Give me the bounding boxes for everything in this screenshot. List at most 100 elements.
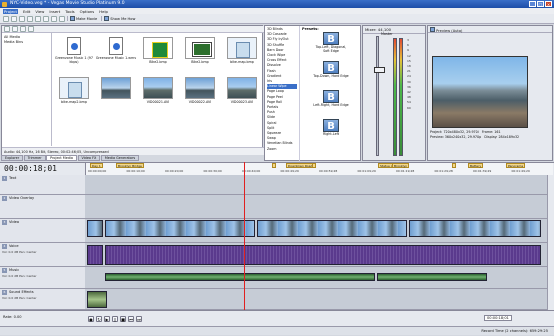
- preview-quality[interactable]: Preview (Auto): [436, 29, 462, 33]
- tab-trimmer[interactable]: Trimmer: [23, 155, 46, 161]
- tab-media-generators[interactable]: Media Generators: [100, 155, 140, 161]
- minimize-button[interactable]: _: [529, 1, 536, 7]
- timeline-marker[interactable]: Brooklyn Bridge: [116, 163, 144, 168]
- timeline-marker[interactable]: [312, 163, 316, 168]
- lane-music[interactable]: [85, 267, 547, 289]
- views-icon[interactable]: [20, 26, 26, 32]
- track-lanes[interactable]: [85, 175, 547, 310]
- new-icon[interactable]: [3, 15, 9, 22]
- menu-view[interactable]: View: [35, 9, 44, 14]
- audio-clip[interactable]: [105, 245, 541, 265]
- video-clip[interactable]: [87, 220, 103, 237]
- media-item[interactable]: Greenzone Music 1 (97 kbps): [53, 36, 95, 73]
- menu-options[interactable]: Options: [80, 9, 95, 14]
- track-name[interactable]: Text: [9, 176, 16, 180]
- tree-item-media-bins[interactable]: Media Bins: [4, 40, 49, 44]
- video-clip[interactable]: [409, 220, 541, 237]
- record-button[interactable]: ●: [88, 316, 94, 322]
- go-to-end-button[interactable]: ⏭: [136, 316, 142, 322]
- lane-text[interactable]: [85, 175, 547, 195]
- media-item[interactable]: VID00023.AVI: [221, 76, 263, 113]
- cut-icon[interactable]: [27, 15, 33, 22]
- preset-item[interactable]: B Top-Down, Hard Edge: [312, 61, 350, 89]
- timeline-marker[interactable]: Day 1: [90, 163, 103, 168]
- video-clip[interactable]: [105, 220, 255, 237]
- redo-icon[interactable]: [59, 15, 65, 22]
- timeline-marker[interactable]: Panorama: [506, 163, 526, 168]
- media-item[interactable]: Greenzone Music 1.wmv: [95, 36, 137, 73]
- playhead[interactable]: [244, 162, 245, 310]
- paste-icon[interactable]: [43, 15, 49, 22]
- capture-icon[interactable]: [12, 26, 18, 32]
- timeline-marker[interactable]: Downtown Road: [286, 163, 315, 168]
- media-item[interactable]: bike-map.bmp: [221, 36, 263, 73]
- media-thumbnail: [185, 77, 215, 99]
- import-icon[interactable]: [4, 26, 10, 32]
- tab-explorer[interactable]: Explorer: [1, 155, 24, 161]
- tab-project-media[interactable]: Project Media: [46, 155, 77, 161]
- track-name[interactable]: Music: [9, 268, 19, 272]
- track-header[interactable]: 5 Music Vol: 0.0 dB Pan: Center: [0, 267, 85, 289]
- stop-button[interactable]: ■: [120, 316, 126, 322]
- track-name[interactable]: Video: [9, 220, 19, 224]
- tab-video-fx[interactable]: Video FX: [77, 155, 101, 161]
- menu-project[interactable]: Project: [3, 8, 18, 14]
- preset-item[interactable]: B Right-Left: [312, 119, 350, 147]
- timeline-vertical-scrollbar[interactable]: [547, 175, 554, 310]
- music-clip[interactable]: [377, 273, 487, 281]
- media-item[interactable]: VID00021.AVI: [137, 76, 179, 113]
- media-item[interactable]: Bike2.bmp: [179, 36, 221, 73]
- track-volume-pan[interactable]: Vol: 0.0 dB Pan: Center: [2, 274, 83, 278]
- preview-settings-icon[interactable]: [430, 27, 435, 32]
- transition-item[interactable]: Zoom: [267, 147, 297, 152]
- close-button[interactable]: ×: [545, 1, 552, 7]
- lane-video[interactable]: [85, 219, 547, 243]
- pause-button[interactable]: ∥: [112, 316, 118, 322]
- sfx-clip[interactable]: [87, 291, 107, 308]
- delete-icon[interactable]: [28, 26, 34, 32]
- timeline-marker[interactable]: Brooklyn: [392, 163, 410, 168]
- track-header[interactable]: 4 Voice Vol: 0.0 dB Pan: Center: [0, 243, 85, 267]
- play-button[interactable]: ▶: [104, 316, 110, 322]
- master-fader[interactable]: [374, 36, 385, 156]
- copy-icon[interactable]: [35, 15, 41, 22]
- track-name[interactable]: Voice: [9, 244, 19, 248]
- track-header[interactable]: 3 Video: [0, 219, 85, 243]
- media-item[interactable]: Bike2.bmp: [137, 36, 179, 73]
- lane-sound-effects[interactable]: [85, 289, 547, 310]
- lane-voice[interactable]: [85, 243, 547, 267]
- preset-item[interactable]: B Left-Right, Hard Edge: [312, 90, 350, 118]
- open-icon[interactable]: [11, 15, 17, 22]
- menu-help[interactable]: Help: [99, 9, 108, 14]
- maximize-button[interactable]: □: [537, 1, 544, 7]
- track-volume-pan[interactable]: Vol: 0.0 dB Pan: Center: [2, 296, 83, 300]
- timeline-marker[interactable]: [272, 163, 276, 168]
- media-item[interactable]: bike-map2.bmp: [53, 76, 95, 113]
- tree-item-all-media[interactable]: All Media: [4, 35, 49, 39]
- timeline-marker[interactable]: [452, 163, 456, 168]
- media-item[interactable]: [95, 76, 137, 113]
- track-header[interactable]: 2 Video Overlay: [0, 195, 85, 219]
- menu-edit[interactable]: Edit: [23, 9, 30, 14]
- track-header[interactable]: 6 Sound Effects Vol: 0.0 dB Pan: Center: [0, 289, 85, 310]
- undo-icon[interactable]: [51, 15, 57, 22]
- loop-button[interactable]: ↻: [96, 316, 102, 322]
- audio-clip[interactable]: [87, 245, 103, 265]
- music-clip[interactable]: [105, 273, 375, 281]
- transition-item[interactable]: Venetian Blinds: [267, 141, 297, 146]
- menu-tools[interactable]: Tools: [65, 9, 74, 14]
- show-me-how-button[interactable]: Show Me How: [101, 16, 137, 21]
- video-clip[interactable]: [257, 220, 407, 237]
- menu-insert[interactable]: Insert: [49, 9, 60, 14]
- media-item[interactable]: VID00022.AVI: [179, 76, 221, 113]
- track-header[interactable]: 1 Text: [0, 175, 85, 195]
- track-name[interactable]: Video Overlay: [9, 196, 34, 200]
- timeline-marker[interactable]: Battery: [468, 163, 484, 168]
- go-to-start-button[interactable]: ⏮: [128, 316, 134, 322]
- lane-video-overlay[interactable]: [85, 195, 547, 219]
- save-icon[interactable]: [19, 15, 25, 22]
- make-movie-button[interactable]: Make Movie: [67, 16, 99, 21]
- track-volume-pan[interactable]: Vol: 0.0 dB Pan: Center: [2, 250, 83, 254]
- preset-item[interactable]: B Top-Left, Diagonal, Soft Edge: [312, 32, 350, 60]
- track-name[interactable]: Sound Effects: [9, 290, 34, 294]
